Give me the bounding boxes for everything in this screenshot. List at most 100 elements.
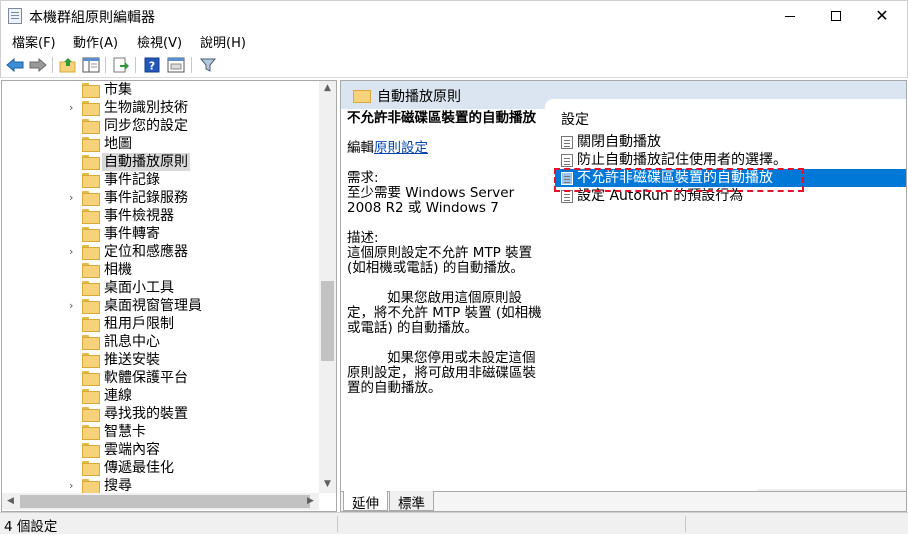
chevron-right-icon[interactable]: › [69,99,77,117]
folder-icon [82,173,100,188]
policy-description-panel: 不允許非磁碟區裝置的自動播放 編輯原則設定 需求: 至少需要 Windows S… [347,111,547,411]
help-icon: ? [144,57,160,73]
tree-item[interactable]: 雲端內容 [2,441,318,459]
policy-editor-app-icon [8,8,22,24]
status-separator [685,516,686,532]
scroll-right-arrow-icon[interactable]: ▶ [302,496,319,506]
description-paragraph-2: 如果您啟用這個原則設定，將不允許 MTP 裝置 (如相機或電話) 的自動播放。 [347,290,542,336]
tree-vertical-scroll-thumb[interactable] [321,281,334,361]
tree-item-label: 傳遞最佳化 [104,460,174,476]
forward-arrow-icon [29,58,47,72]
toolbar-separator [135,57,136,73]
tree-item-label: 桌面小工具 [104,280,174,296]
tree-item[interactable]: › 事件記錄服務 [2,189,318,207]
tree-horizontal-scroll-thumb[interactable] [20,495,310,508]
tree-item[interactable]: 連線 [2,387,318,405]
menu-help[interactable]: 說明(H) [200,32,246,51]
folder-icon [82,425,100,440]
menu-action[interactable]: 動作(A) [73,32,118,51]
tree-item[interactable]: 市集 [2,81,318,99]
tree-item-label: 事件記錄服務 [104,190,188,206]
folder-icon [353,88,371,103]
tree-vertical-scrollbar[interactable]: ▲ ▼ [319,81,336,493]
show-hide-tree-button[interactable] [81,55,101,75]
scroll-left-arrow-icon[interactable]: ◀ [2,496,19,506]
folder-icon [82,227,100,242]
details-header-title: 自動播放原則 [377,89,461,105]
tree-horizontal-scrollbar[interactable]: ◀ ▶ [2,493,319,510]
tree-item-label: 定位和感應器 [104,244,188,260]
close-icon: ✕ [875,6,889,25]
tree-item[interactable]: 推送安裝 [2,351,318,369]
settings-list: 設定 關閉自動播放 防止自動播放記住使用者的選擇。 不允許非磁碟區裝置的自動播放 設定… [545,99,906,506]
tab-extended[interactable]: 延伸 [343,491,388,511]
tree-item[interactable]: › 生物識別技術 [2,99,318,117]
tab-standard[interactable]: 標準 [389,491,434,511]
settings-column-header[interactable]: 設定 [561,109,589,129]
folder-icon [82,245,100,260]
tree-item-label: 桌面視窗管理員 [104,298,202,314]
requirements-block: 需求: 至少需要 Windows Server 2008 R2 或 Window… [347,171,547,216]
export-list-icon [113,57,129,73]
tree-item[interactable]: 同步您的設定 [2,117,318,135]
help-button[interactable]: ? [142,55,162,75]
tree-item[interactable]: 自動播放原則 [2,153,318,171]
settings-row[interactable]: 關閉自動播放 [555,133,906,151]
properties-view-button[interactable] [166,55,186,75]
tree-item[interactable]: 傳遞最佳化 [2,459,318,477]
export-list-button[interactable] [111,55,131,75]
tree-item[interactable]: › 定位和感應器 [2,243,318,261]
tree-item-label: 同步您的設定 [104,118,188,134]
tree-item[interactable]: 尋找我的裝置 [2,405,318,423]
status-bar: 4 個設定 [0,512,908,535]
settings-row[interactable]: 防止自動播放記住使用者的選擇。 [555,151,906,169]
tree-item[interactable]: 相機 [2,261,318,279]
policy-setting-icon [561,154,573,167]
folder-icon [82,371,100,386]
maximize-button[interactable] [813,1,859,31]
tree-item[interactable]: 桌面小工具 [2,279,318,297]
edit-policy-settings-link[interactable]: 原則設定 [374,140,428,156]
chevron-right-icon[interactable]: › [69,243,77,261]
toolbar: ? [0,52,908,78]
folder-icon [82,263,100,278]
tree-item[interactable]: 地圖 [2,135,318,153]
minimize-icon [785,15,795,17]
tree-item-label: 市集 [104,82,132,98]
minimize-button[interactable] [767,1,813,31]
chevron-right-icon[interactable]: › [69,297,77,315]
scroll-up-arrow-icon[interactable]: ▲ [319,83,336,93]
up-one-level-button[interactable] [58,55,78,75]
folder-icon [82,281,100,296]
title-bar: 本機群組原則編輯器 ✕ [0,0,908,30]
tree-item[interactable]: 智慧卡 [2,423,318,441]
tree-item[interactable]: 軟體保護平台 [2,369,318,387]
filter-icon [200,58,216,72]
tree-item[interactable]: 事件記錄 [2,171,318,189]
back-button[interactable] [5,55,25,75]
status-text: 4 個設定 [4,519,58,535]
menu-view[interactable]: 檢視(V) [137,32,182,51]
close-button[interactable]: ✕ [859,1,905,31]
policy-description-title: 不允許非磁碟區裝置的自動播放 [347,110,536,126]
tree-item[interactable]: 事件檢視器 [2,207,318,225]
tree-item[interactable]: 訊息中心 [2,333,318,351]
policy-setting-icon [561,136,573,149]
menu-file[interactable]: 檔案(F) [12,32,56,51]
tree-item-label: 事件檢視器 [104,208,174,224]
tree-item[interactable]: 租用戶限制 [2,315,318,333]
folder-icon [82,389,100,404]
filter-button[interactable] [198,55,218,75]
menu-bar: 檔案(F) 動作(A) 檢視(V) 說明(H) [0,30,908,52]
forward-button[interactable] [28,55,48,75]
folder-icon [82,479,100,494]
description-block: 描述: 這個原則設定不允許 MTP 裝置 (如相機或電話) 的自動播放。 [347,231,547,276]
scroll-down-arrow-icon[interactable]: ▼ [319,479,336,489]
chevron-right-icon[interactable]: › [69,189,77,207]
folder-icon [82,101,100,116]
status-separator [337,516,338,532]
tree-item[interactable]: 事件轉寄 [2,225,318,243]
tree-item[interactable]: › 桌面視窗管理員 [2,297,318,315]
folder-icon [82,461,100,476]
tree-item-label: 生物識別技術 [104,100,188,116]
